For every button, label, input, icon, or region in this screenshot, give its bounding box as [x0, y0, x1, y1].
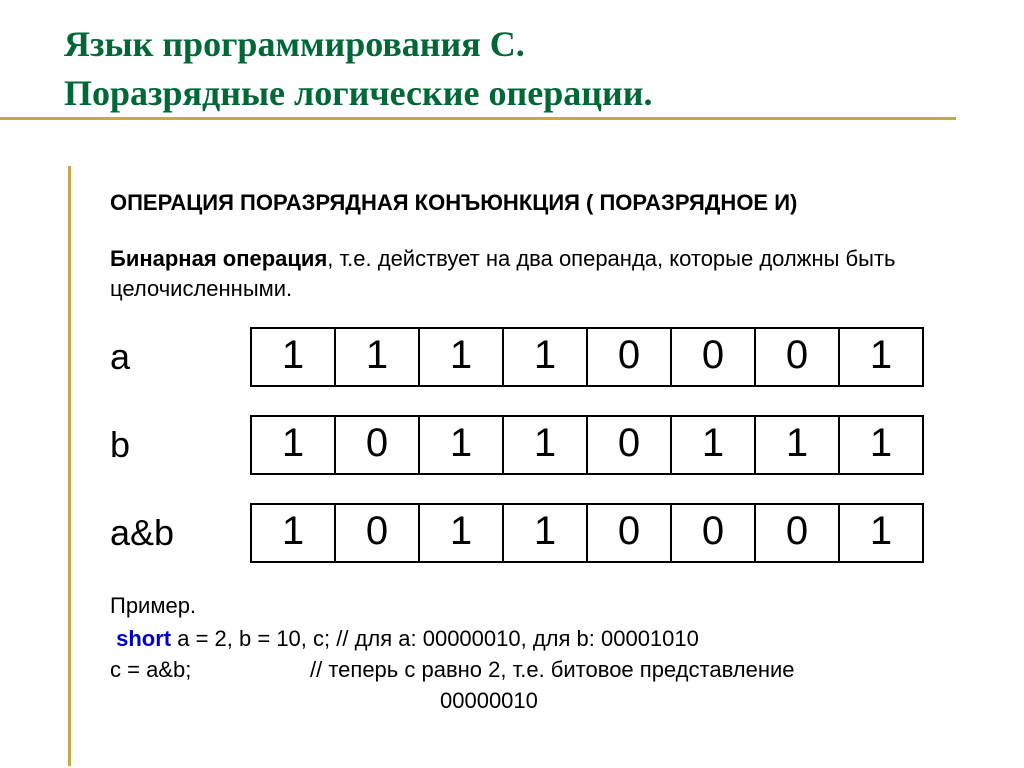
title-line2: Поразрядные логические операции. [64, 73, 652, 113]
row-a: a 1 1 1 1 0 0 0 1 [110, 327, 984, 387]
bit-a-2: 1 [418, 327, 504, 387]
example-header: Пример. [110, 591, 984, 622]
row-result-label: a&b [110, 512, 250, 554]
bit-a-5: 0 [670, 327, 756, 387]
bit-a-4: 0 [586, 327, 672, 387]
bit-r-2: 1 [418, 503, 504, 563]
bit-b-5: 1 [670, 415, 756, 475]
bit-b-2: 1 [418, 415, 504, 475]
bit-b-4: 0 [586, 415, 672, 475]
para-bold: Бинарная операция [110, 246, 327, 271]
row-b-label: b [110, 424, 250, 466]
example-line3: 00000010 [110, 686, 984, 717]
bit-r-7: 1 [838, 503, 924, 563]
row-a-label: a [110, 336, 250, 378]
bits-result: 1 0 1 1 0 0 0 1 [250, 503, 924, 563]
bit-a-0: 1 [250, 327, 336, 387]
example-line2: c = a&b; // теперь c равно 2, т.е. битов… [110, 655, 984, 686]
accent-horizontal-line [0, 117, 956, 120]
bit-b-7: 1 [838, 415, 924, 475]
bit-a-7: 1 [838, 327, 924, 387]
bit-b-3: 1 [502, 415, 588, 475]
row-result: a&b 1 0 1 1 0 0 0 1 [110, 503, 984, 563]
bit-a-3: 1 [502, 327, 588, 387]
bit-b-6: 1 [754, 415, 840, 475]
example-block: Пример. short a = 2, b = 10, c; // для a… [110, 591, 984, 716]
bit-r-6: 0 [754, 503, 840, 563]
keyword-short: short [116, 626, 171, 651]
description-paragraph: Бинарная операция, т.е. действует на два… [110, 244, 984, 303]
row-b: b 1 0 1 1 0 1 1 1 [110, 415, 984, 475]
bit-b-0: 1 [250, 415, 336, 475]
bit-a-6: 0 [754, 327, 840, 387]
title-line1: Язык программирования С. [64, 24, 525, 64]
bit-b-1: 0 [334, 415, 420, 475]
bit-r-5: 0 [670, 503, 756, 563]
accent-vertical-line [68, 166, 71, 766]
section-heading: ОПЕРАЦИЯ ПОРАЗРЯДНАЯ КОНЪЮНКЦИЯ ( ПОРАЗР… [110, 190, 984, 216]
example-line1: short a = 2, b = 10, c; // для a: 000000… [110, 624, 984, 655]
example-assign-rhs: // теперь c равно 2, т.е. битовое предст… [310, 655, 795, 686]
bit-r-1: 0 [334, 503, 420, 563]
bits-a: 1 1 1 1 0 0 0 1 [250, 327, 924, 387]
example-decl: a = 2, b = 10, c; // для a: 00000010, дл… [171, 626, 699, 651]
bit-tables: a 1 1 1 1 0 0 0 1 b 1 0 1 1 [110, 327, 984, 563]
bit-a-1: 1 [334, 327, 420, 387]
bit-r-3: 1 [502, 503, 588, 563]
bit-r-4: 0 [586, 503, 672, 563]
bit-r-0: 1 [250, 503, 336, 563]
example-assign-lhs: c = a&b; [110, 655, 310, 686]
bits-b: 1 0 1 1 0 1 1 1 [250, 415, 924, 475]
